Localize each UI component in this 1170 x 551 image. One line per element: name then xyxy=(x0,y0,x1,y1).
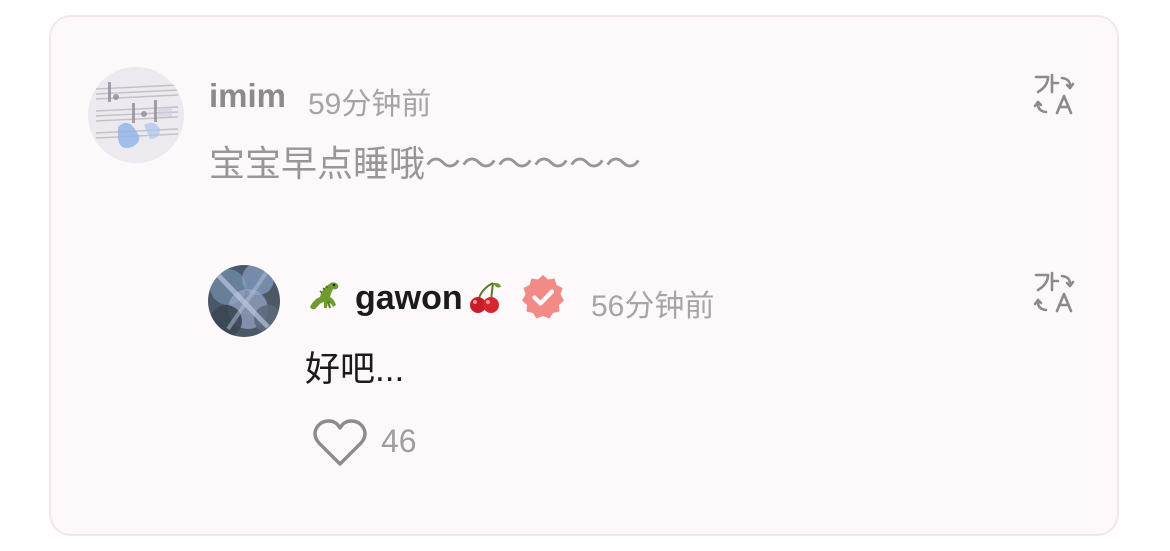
dinosaur-icon xyxy=(306,277,342,313)
verified-badge-icon xyxy=(519,273,567,321)
translate-icon[interactable] xyxy=(1032,72,1076,116)
heart-icon[interactable] xyxy=(311,417,369,469)
commenter-avatar[interactable] xyxy=(88,67,184,163)
reply-timestamp: 56分钟前 xyxy=(591,290,715,323)
commenter-username[interactable]: imim xyxy=(209,77,286,115)
cherry-icon xyxy=(467,279,503,315)
reply-avatar[interactable] xyxy=(208,265,280,337)
translate-icon[interactable] xyxy=(1032,270,1076,314)
reply-text: 好吧... xyxy=(305,350,405,389)
comment-timestamp: 59分钟前 xyxy=(308,88,432,121)
comment-text: 宝宝早点睡哦～～～～～～ xyxy=(209,143,642,184)
reply-username[interactable]: gawon xyxy=(355,279,463,318)
like-count: 46 xyxy=(381,423,417,459)
comment-card: imim 59分钟前 宝宝早点睡哦～～～～～～ gawon 56分钟前 好吧..… xyxy=(49,15,1119,536)
